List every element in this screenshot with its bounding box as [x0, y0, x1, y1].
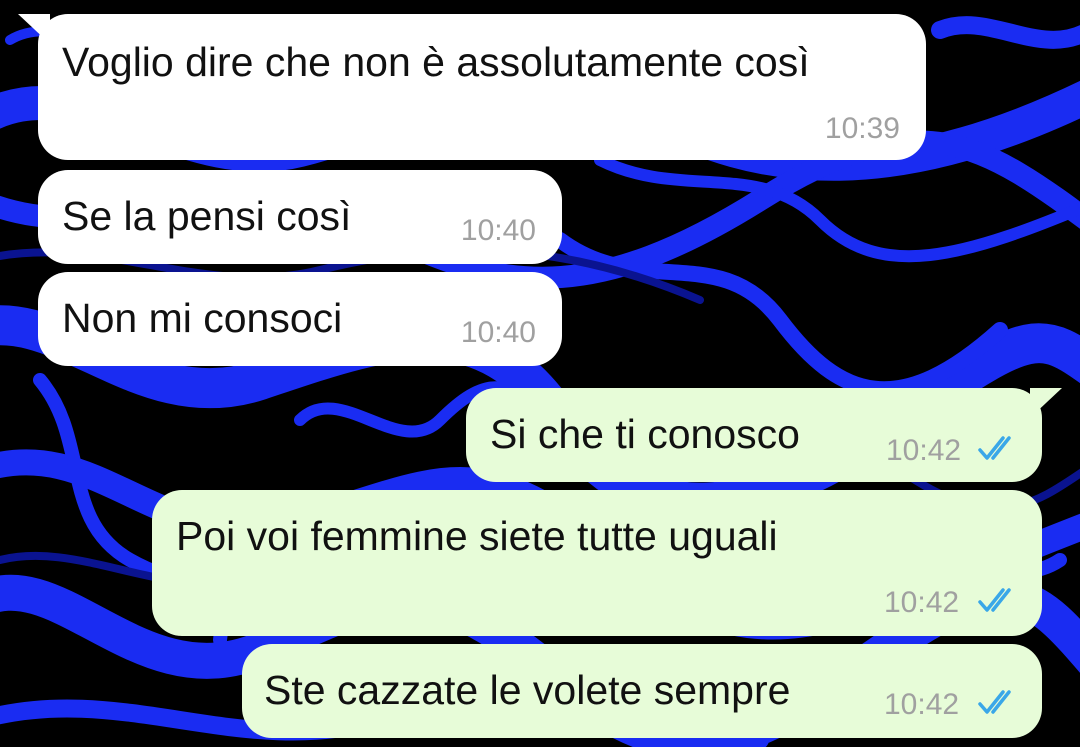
message-time: 10:42 — [886, 434, 962, 467]
outgoing-message-bubble[interactable]: Poi voi femmine siete tutte uguali 10:42 — [152, 490, 1042, 636]
message-time: 10:40 — [460, 214, 536, 247]
message-text: Se la pensi così — [62, 193, 352, 239]
double-check-read-icon — [978, 436, 1011, 460]
message-time: 10:42 — [884, 586, 960, 619]
outgoing-message-bubble[interactable]: Ste cazzate le volete sempre 10:42 — [242, 644, 1042, 738]
double-check-read-icon — [978, 690, 1011, 714]
message-time: 10:42 — [884, 688, 960, 721]
message-time: 10:39 — [824, 112, 900, 145]
outgoing-message-bubble[interactable]: Si che ti conosco 10:42 — [466, 388, 1042, 482]
message-text: Non mi consoci — [62, 295, 343, 341]
incoming-bubble-tail — [18, 14, 50, 44]
message-text: Voglio dire che non è assolutamente così — [62, 39, 810, 85]
incoming-message-bubble[interactable]: Voglio dire che non è assolutamente così… — [38, 14, 926, 160]
incoming-message-bubble[interactable]: Se la pensi così 10:40 — [38, 170, 562, 264]
message-time: 10:40 — [460, 316, 536, 349]
message-text: Ste cazzate le volete sempre — [264, 667, 791, 713]
outgoing-bubble-tail — [1030, 388, 1062, 418]
incoming-message-bubble[interactable]: Non mi consoci 10:40 — [38, 272, 562, 366]
double-check-read-icon — [978, 588, 1011, 612]
message-text: Poi voi femmine siete tutte uguali — [176, 513, 778, 559]
message-text: Si che ti conosco — [490, 411, 800, 457]
